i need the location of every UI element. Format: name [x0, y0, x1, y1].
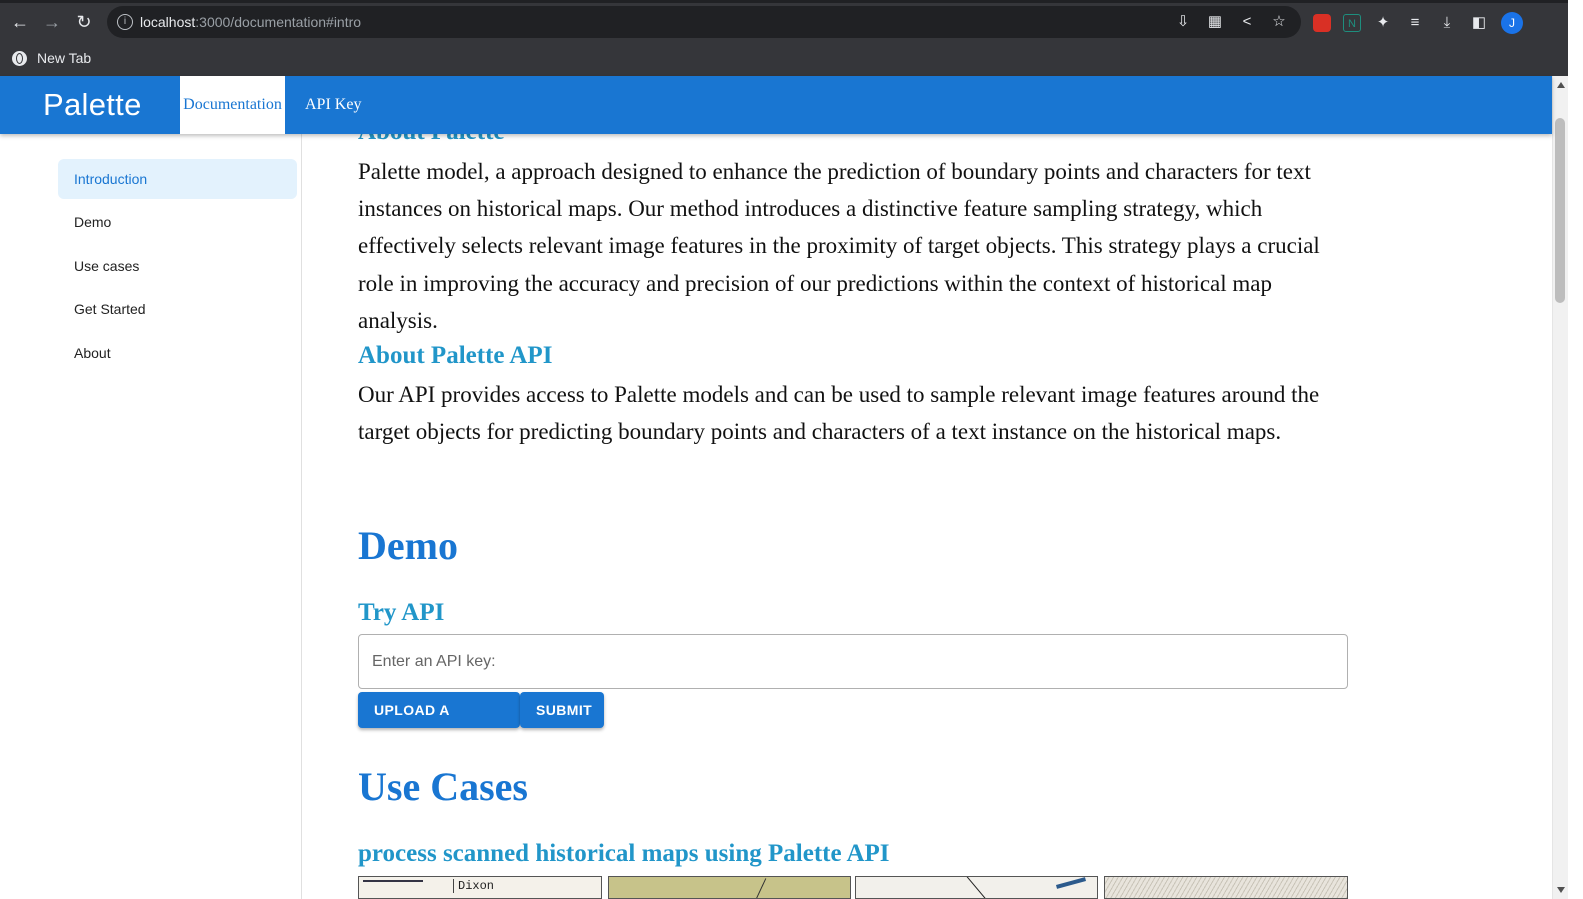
- map-thumbnail[interactable]: [1104, 876, 1348, 899]
- api-key-input[interactable]: [358, 634, 1348, 689]
- globe-icon: [12, 50, 27, 66]
- window-edge: [1568, 0, 1583, 899]
- reload-icon[interactable]: ↻: [72, 10, 96, 34]
- page-scrollbar[interactable]: [1552, 76, 1569, 899]
- upload-picture-button[interactable]: UPLOAD A PICTURE: [358, 692, 520, 754]
- bookmark-label: New Tab: [37, 50, 92, 66]
- sidebar-item-use-cases[interactable]: Use cases: [58, 246, 297, 286]
- scroll-thumb[interactable]: [1555, 118, 1565, 303]
- scroll-up-arrow-icon[interactable]: [1557, 82, 1565, 88]
- back-arrow-icon[interactable]: ←: [8, 10, 32, 34]
- url-path: :3000/documentation#intro: [195, 14, 362, 30]
- demo-heading: Demo: [358, 523, 458, 568]
- sidebar-item-about[interactable]: About: [58, 333, 297, 373]
- tab-strip-edge: [0, 0, 1583, 3]
- bookmark-star-icon[interactable]: ☆: [1269, 12, 1289, 32]
- use-cases-heading: Use Cases: [358, 764, 528, 809]
- docs-sidebar: Introduction Demo Use cases Get Started …: [0, 134, 302, 899]
- submit-button[interactable]: SUBMIT: [520, 692, 604, 728]
- browser-toolbar: ← → ↻ i localhost:3000/documentation#int…: [0, 0, 1583, 44]
- forward-arrow-icon[interactable]: →: [40, 10, 64, 34]
- app-bar: Palette Documentation API Key: [0, 76, 1552, 134]
- tab-api-key[interactable]: API Key: [305, 76, 361, 134]
- sidebar-item-introduction[interactable]: Introduction: [58, 159, 297, 199]
- bookmark-new-tab[interactable]: New Tab: [12, 50, 91, 66]
- map-thumbnail[interactable]: [608, 876, 851, 899]
- try-api-heading: Try API: [358, 599, 445, 626]
- share-icon[interactable]: <: [1237, 12, 1257, 32]
- extension-n-icon[interactable]: N: [1343, 14, 1361, 32]
- media-queue-icon[interactable]: ≡: [1405, 13, 1425, 33]
- about-palette-paragraph: Palette model, a approach designed to en…: [358, 159, 1320, 333]
- about-api-heading: About Palette API: [358, 342, 553, 369]
- install-app-icon[interactable]: ⇩: [1173, 12, 1193, 32]
- map-thumbnail[interactable]: [855, 876, 1098, 899]
- url-host: localhost: [140, 14, 196, 30]
- translate-icon[interactable]: ▦: [1205, 12, 1225, 32]
- sidebar-item-demo[interactable]: Demo: [58, 202, 297, 242]
- map-thumbnail[interactable]: Dixon: [358, 876, 602, 899]
- extensions-puzzle-icon[interactable]: ✦: [1373, 13, 1393, 33]
- use-case-subheading: process scanned historical maps using Pa…: [358, 840, 890, 867]
- address-bar[interactable]: i localhost:3000/documentation#intro ⇩ ▦…: [107, 6, 1301, 38]
- extension-red-icon[interactable]: [1313, 14, 1331, 32]
- about-api-paragraph: Our API provides access to Palette model…: [358, 382, 1320, 445]
- scroll-down-arrow-icon[interactable]: [1557, 887, 1565, 893]
- site-info-icon[interactable]: i: [117, 14, 133, 30]
- profile-avatar[interactable]: J: [1501, 12, 1523, 34]
- downloads-icon[interactable]: ⤓: [1437, 13, 1457, 33]
- sidebar-item-get-started[interactable]: Get Started: [58, 289, 297, 329]
- side-panel-icon[interactable]: ◧: [1469, 13, 1489, 33]
- map-label: Dixon: [453, 879, 494, 893]
- url-text[interactable]: localhost:3000/documentation#intro: [140, 6, 361, 38]
- tab-documentation[interactable]: Documentation: [180, 76, 285, 134]
- bookmarks-bar: New Tab: [0, 44, 1583, 76]
- brand-logo[interactable]: Palette: [43, 76, 142, 134]
